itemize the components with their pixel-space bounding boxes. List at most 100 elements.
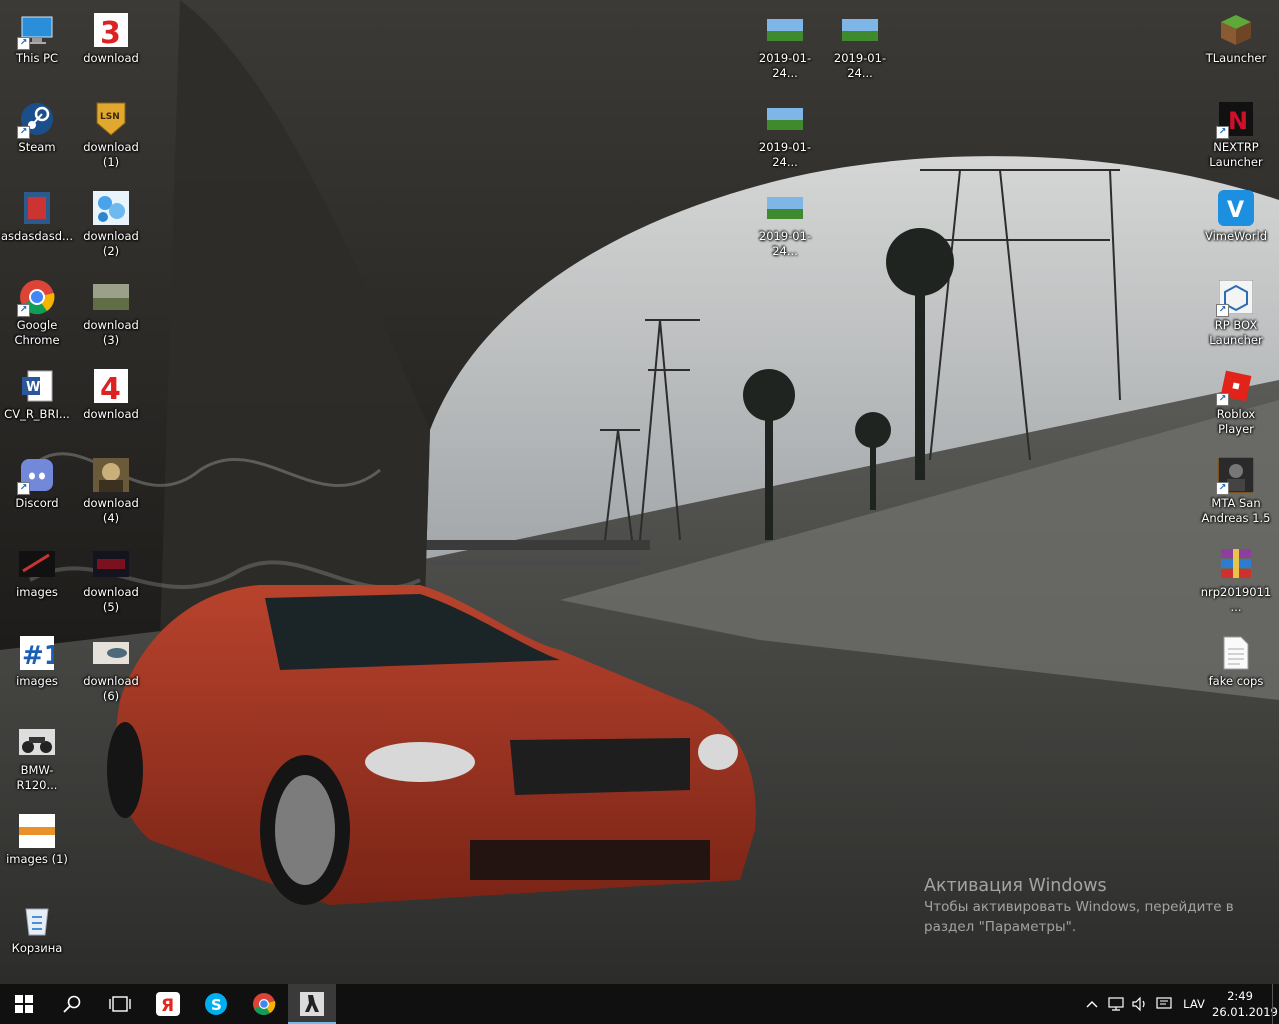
show-desktop-button[interactable] (1272, 984, 1279, 1024)
speaker-icon (1132, 997, 1145, 1011)
desktop-icon-screenshot-2[interactable]: 2019-01-24... (823, 6, 897, 88)
chrome-taskbar-button[interactable] (240, 984, 288, 1024)
desktop-icon-label: This PC (15, 51, 59, 65)
desktop-icon-label: 2019-01-24... (758, 229, 812, 258)
image-file-icon (19, 813, 55, 849)
desktop-icon-download-5[interactable]: download (5) (74, 540, 148, 622)
desktop-icon-google-chrome[interactable]: ↗ Google Chrome (0, 273, 74, 355)
desktop-icon-label: download (5) (83, 585, 139, 614)
volume-button[interactable] (1128, 984, 1152, 1024)
desktop-icon-label: Google Chrome (14, 318, 60, 347)
desktop-icon-this-pc[interactable]: ↗ This PC (0, 6, 74, 88)
start-icon (15, 995, 33, 1013)
desktop-icon-download-3[interactable]: download (3) (74, 273, 148, 355)
clock-time: 2:49 (1227, 989, 1253, 1003)
desktop-icon-label: Roblox Player (1216, 407, 1256, 436)
desktop-icon-steam[interactable]: ↗ Steam (0, 95, 74, 177)
desktop-icon-label: nrp2019011... (1200, 585, 1272, 614)
network-button[interactable] (1104, 984, 1128, 1024)
desktop-icon-recycle-bin[interactable]: Корзина (0, 896, 74, 978)
image-file-icon: 4 (93, 368, 129, 404)
desktop-icon-label: NEXTRP Launcher (1209, 140, 1263, 169)
desktop-icon-label: images (1) (6, 852, 68, 866)
desktop-icon-bmw-r120[interactable]: BMW-R120... (0, 718, 74, 800)
language-indicator[interactable]: LAV (1176, 997, 1212, 1011)
word-icon: W (19, 368, 55, 404)
desktop-icon-screenshot-4[interactable]: 2019-01-24... (748, 184, 822, 266)
clock-date: 26.01.2019 (1212, 1005, 1278, 1019)
desktop-icon-download[interactable]: 3 download (74, 6, 148, 88)
desktop-icon-label: 2019-01-24... (758, 51, 812, 80)
taskbar: Я S LAV 2:49 26.01.2019 (0, 984, 1279, 1024)
search-button[interactable] (48, 984, 96, 1024)
desktop-icon-label: download (3) (83, 318, 139, 347)
svg-text:3: 3 (100, 16, 121, 47)
desktop-icon-download-4[interactable]: download (4) (74, 451, 148, 533)
desktop-icon-rpbox-launcher[interactable]: ↗ RP BOX Launcher (1199, 273, 1273, 355)
desktop-icon-label: 2019-01-24... (833, 51, 887, 80)
desktop-icon-asdasdasd[interactable]: asdasdasd... (0, 184, 74, 266)
desktop-icon-label: VimeWorld (1204, 229, 1268, 243)
desktop-icon-label: CV_R_BRI... (4, 407, 70, 421)
desktop-icon-cv-r-bri[interactable]: W CV_R_BRI... (0, 362, 74, 444)
desktop-icon-download-2[interactable]: download (2) (74, 184, 148, 266)
desktop-icon-label: 2019-01-24... (758, 140, 812, 169)
image-file-icon: #1 (19, 635, 55, 671)
svg-text:LSN: LSN (100, 112, 120, 122)
image-file-icon: 3 (93, 12, 129, 48)
desktop-icon-label: images (16, 674, 58, 688)
desktop-icon-download-4-image[interactable]: 4 download (74, 362, 148, 444)
system-tray: LAV 2:49 26.01.2019 (1080, 984, 1279, 1024)
svg-text:4: 4 (100, 372, 121, 403)
show-hidden-icons-button[interactable] (1080, 984, 1104, 1024)
windows-activation-watermark: Активация Windows Чтобы активировать Win… (924, 875, 1244, 937)
desktop-icon-download-1[interactable]: LSN download (1) (74, 95, 148, 177)
desktop-icon-mta-san-andreas[interactable]: ↗ MTA San Andreas 1.5 (1199, 451, 1273, 533)
desktop-icon-label: images (16, 585, 58, 599)
screenshot-icon (767, 101, 803, 137)
desktop-icon-roblox-player[interactable]: ↗ Roblox Player (1199, 362, 1273, 444)
skype-icon: S (205, 993, 227, 1015)
desktop-icon-images[interactable]: images (0, 540, 74, 622)
desktop-icon-images-2[interactable]: #1 images (0, 629, 74, 711)
desktop-icon-tlauncher[interactable]: TLauncher (1199, 6, 1273, 88)
action-center-button[interactable] (1152, 984, 1176, 1024)
desktop-icon-label: MTA San Andreas 1.5 (1201, 496, 1271, 525)
desktop-icon-nrp-archive[interactable]: nrp2019011... (1199, 540, 1273, 622)
svg-text:Я: Я (161, 996, 174, 1016)
skype-button[interactable]: S (192, 984, 240, 1024)
svg-text:N: N (1228, 107, 1248, 135)
start-button[interactable] (0, 984, 48, 1024)
steam-icon: ↗ (17, 101, 55, 139)
image-file-icon (19, 724, 55, 760)
image-file-icon (93, 457, 129, 493)
desktop-icon-download-6[interactable]: download (6) (74, 629, 148, 711)
search-icon (63, 995, 81, 1013)
desktop-icon-vimeworld[interactable]: V VimeWorld (1199, 184, 1273, 266)
recycle-bin-icon (19, 902, 55, 938)
desktop-icon-screenshot-3[interactable]: 2019-01-24... (748, 95, 822, 177)
counter-strike-button[interactable] (288, 984, 336, 1024)
rpbox-icon: ↗ (1216, 279, 1254, 317)
svg-text:#1: #1 (22, 641, 54, 670)
activation-line-1: Чтобы активировать Windows, перейдите в (924, 899, 1234, 915)
desktop-icon-label: download (1) (83, 140, 139, 169)
network-icon (1108, 997, 1124, 1011)
desktop-icon-screenshot-1[interactable]: 2019-01-24... (748, 6, 822, 88)
desktop-icon-nextrp-launcher[interactable]: N ↗ NEXTRP Launcher (1199, 95, 1273, 177)
desktop-icon-discord[interactable]: ↗ Discord (0, 451, 74, 533)
activation-title: Активация Windows (924, 876, 1107, 896)
clock[interactable]: 2:49 26.01.2019 (1212, 988, 1278, 1020)
desktop-wallpaper (0, 0, 1279, 984)
desktop-icon-images-1[interactable]: images (1) (0, 807, 74, 889)
task-view-button[interactable] (96, 984, 144, 1024)
mta-icon: ↗ (1216, 457, 1254, 495)
desktop-icon-label: BMW-R120... (16, 763, 58, 792)
desktop-icon-label: Корзина (11, 941, 63, 955)
desktop-icon-fake-cops[interactable]: fake cops (1199, 629, 1273, 711)
desktop-icon-label: TLauncher (1205, 51, 1267, 65)
yandex-browser-button[interactable]: Я (144, 984, 192, 1024)
screenshot-icon (842, 12, 878, 48)
desktop-icon-label: asdasdasd... (1, 229, 73, 243)
screenshot-icon (767, 12, 803, 48)
